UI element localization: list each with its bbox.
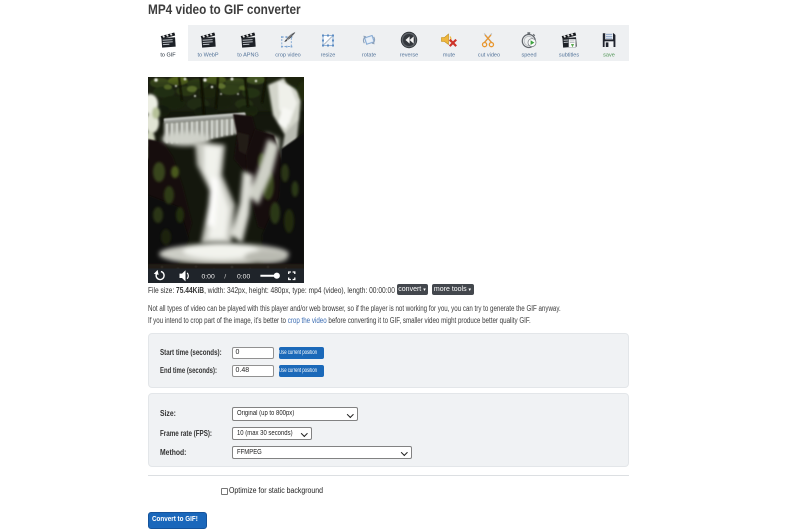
svg-text:0:00: 0:00 (202, 273, 215, 280)
svg-text:/: / (224, 273, 226, 280)
svg-text:0:00: 0:00 (237, 273, 250, 280)
